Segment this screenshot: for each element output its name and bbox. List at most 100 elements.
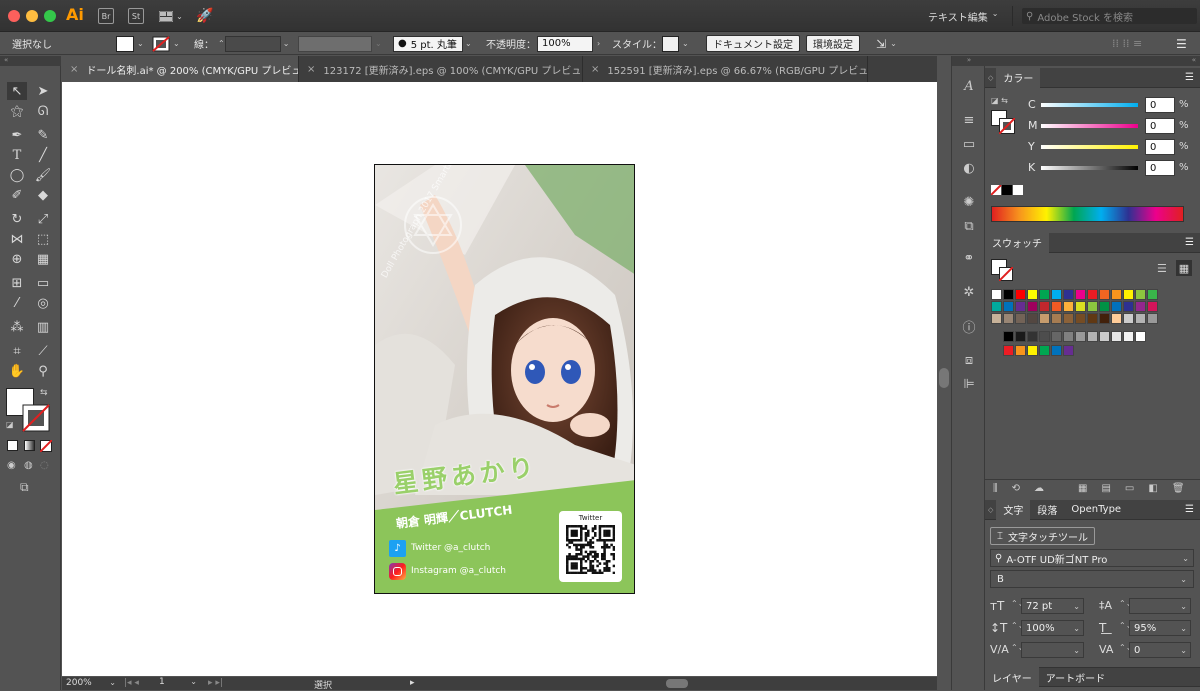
tab-123172[interactable]: × 123172 [更新済み].eps @ 100% (CMYK/GPU プレビュ… xyxy=(299,56,583,82)
collapse-strip-icon[interactable]: » xyxy=(952,56,986,66)
graphic-styles-icon[interactable]: ⧉ xyxy=(959,216,979,236)
color-swatch[interactable] xyxy=(1039,301,1050,312)
blend-tool-icon[interactable]: ◎ xyxy=(33,294,53,312)
color-swatch[interactable] xyxy=(1039,289,1050,300)
horizontal-scale-field[interactable]: 95% ⌄ xyxy=(1129,620,1191,636)
scale-tool-icon[interactable]: ⤢ xyxy=(33,210,53,228)
color-swatch[interactable] xyxy=(1111,313,1122,324)
color-swatch[interactable] xyxy=(1099,301,1110,312)
delete-swatch-icon[interactable]: 🗑 xyxy=(1172,483,1185,494)
eyedropper-tool-icon[interactable]: ⁄ xyxy=(7,294,27,312)
color-swatch[interactable] xyxy=(1051,313,1062,324)
transparency-panel-icon[interactable]: ◐ xyxy=(959,158,979,178)
color-swatch[interactable] xyxy=(1003,301,1014,312)
color-swatch[interactable] xyxy=(1099,313,1110,324)
color-swatch[interactable] xyxy=(1087,301,1098,312)
links-panel-icon[interactable]: ⚭ xyxy=(959,248,979,268)
column-graph-tool-icon[interactable]: ▥ xyxy=(33,318,53,336)
color-swatch[interactable] xyxy=(1123,301,1134,312)
font-size-field[interactable]: 72 pt ⌄ xyxy=(1021,598,1084,614)
next-artboard-button[interactable]: ▸ ▸| xyxy=(208,678,223,688)
shape-builder-tool-icon[interactable]: ⊕ xyxy=(7,250,27,268)
tab-opentype[interactable]: OpenType xyxy=(1064,500,1128,520)
pathfinder-panel-icon[interactable]: ⧈ xyxy=(959,350,979,370)
color-swatch[interactable] xyxy=(1063,301,1074,312)
group-swatch[interactable] xyxy=(1051,345,1062,356)
hand-tool-icon[interactable]: ✋ xyxy=(7,362,27,380)
font-style-select[interactable]: B ⌄ xyxy=(990,570,1194,588)
gray-swatch[interactable] xyxy=(1063,331,1074,342)
control-menu-icon[interactable]: ☰ xyxy=(1176,35,1187,52)
magic-wand-tool-icon[interactable]: ⚝ xyxy=(7,102,27,120)
gray-swatch[interactable] xyxy=(1015,331,1026,342)
color-swatch[interactable] xyxy=(1135,301,1146,312)
lasso-tool-icon[interactable]: ᘏ xyxy=(33,102,53,120)
opacity-field[interactable]: 100% › xyxy=(537,35,600,52)
pen-tool-icon[interactable]: ✒ xyxy=(7,126,27,144)
none-mode-icon[interactable] xyxy=(40,440,52,452)
screen-mode-icon[interactable]: ⧉ xyxy=(20,480,29,495)
color-swatch[interactable] xyxy=(1135,313,1146,324)
black-slider[interactable] xyxy=(1041,166,1138,170)
show-kinds-icon[interactable]: ▦ xyxy=(1078,483,1087,494)
default-colors-icon[interactable]: ◪ xyxy=(6,420,14,429)
tab-paragraph[interactable]: 段落 xyxy=(1030,500,1064,520)
close-tab-icon[interactable]: × xyxy=(307,64,315,75)
group-swatch[interactable] xyxy=(1027,345,1038,356)
gray-swatch[interactable] xyxy=(1027,331,1038,342)
status-menu-icon[interactable]: ▸ xyxy=(410,678,415,688)
line-tool-icon[interactable]: ╱ xyxy=(33,146,53,164)
arrange-icon[interactable]: ⇲ ⌄ xyxy=(876,35,897,52)
gpu-rocket-icon[interactable]: 🚀 xyxy=(196,7,213,25)
panel-menu-icon[interactable]: ☰ xyxy=(1185,237,1194,248)
kerning-field[interactable]: ⌄ xyxy=(1021,642,1084,658)
minimize-window-button[interactable] xyxy=(26,10,38,22)
vertical-scrollbar[interactable] xyxy=(937,82,951,676)
perspective-grid-tool-icon[interactable]: ▦ xyxy=(33,250,53,268)
touch-type-tool-button[interactable]: ⌶ 文字タッチツール xyxy=(990,527,1095,545)
color-swatch[interactable] xyxy=(991,289,1002,300)
curvature-tool-icon[interactable]: ✎ xyxy=(33,126,53,144)
eraser-tool-icon[interactable]: ◆ xyxy=(33,186,53,204)
gray-swatch[interactable] xyxy=(1087,331,1098,342)
yellow-slider[interactable] xyxy=(1041,145,1138,149)
stock-icon[interactable]: St xyxy=(128,8,144,24)
color-swatch[interactable] xyxy=(1003,313,1014,324)
stroke-weight-field[interactable]: ⌃ ⌄ xyxy=(218,35,289,52)
tab-layers[interactable]: レイヤー xyxy=(985,667,1039,687)
color-swatch[interactable] xyxy=(1075,301,1086,312)
color-swatch[interactable] xyxy=(1147,301,1158,312)
zoom-level[interactable]: 200% ⌄ xyxy=(66,678,116,688)
color-swatch[interactable] xyxy=(991,313,1002,324)
quick-color-swatches[interactable] xyxy=(991,185,1027,195)
workspace-switcher[interactable]: テキスト編集 ⌄ xyxy=(928,9,998,24)
color-swatch[interactable] xyxy=(1099,289,1110,300)
type-tool-icon[interactable]: T xyxy=(7,146,27,164)
gray-swatch[interactable] xyxy=(1003,331,1014,342)
color-swatch[interactable] xyxy=(1003,289,1014,300)
gradient-panel-icon[interactable]: ▭ xyxy=(959,134,979,154)
group-swatch[interactable] xyxy=(1003,345,1014,356)
color-swatch[interactable] xyxy=(1063,313,1074,324)
preferences-button[interactable]: 環境設定 xyxy=(806,35,860,52)
draw-normal-icon[interactable]: ◉ xyxy=(7,460,16,471)
color-swatch[interactable] xyxy=(1087,289,1098,300)
swatch-stroke-indicator[interactable] xyxy=(999,267,1013,281)
new-color-group-icon[interactable]: ▭ xyxy=(1125,483,1134,494)
tab-character[interactable]: 文字 xyxy=(996,499,1031,520)
color-swatch[interactable] xyxy=(1051,289,1062,300)
color-swatch[interactable] xyxy=(1027,313,1038,324)
tab-color[interactable]: カラー xyxy=(996,67,1041,88)
color-swatch[interactable] xyxy=(1015,313,1026,324)
selection-tool-icon[interactable]: ↖ xyxy=(7,82,27,100)
first-artboard-button[interactable]: |◂ ◂ xyxy=(124,678,139,688)
group-swatch[interactable] xyxy=(1015,345,1026,356)
horizontal-scrollbar[interactable] xyxy=(430,678,937,689)
gray-swatch[interactable] xyxy=(1123,331,1134,342)
default-fill-stroke-icon[interactable]: ◪ ⇆ xyxy=(991,96,1008,105)
variable-width-profile[interactable]: ⌄ xyxy=(298,35,382,52)
zoom-window-button[interactable] xyxy=(44,10,56,22)
horizontal-scroll-thumb[interactable] xyxy=(666,679,688,688)
cyan-slider[interactable] xyxy=(1041,103,1138,107)
gradient-mode-icon[interactable] xyxy=(24,440,35,451)
